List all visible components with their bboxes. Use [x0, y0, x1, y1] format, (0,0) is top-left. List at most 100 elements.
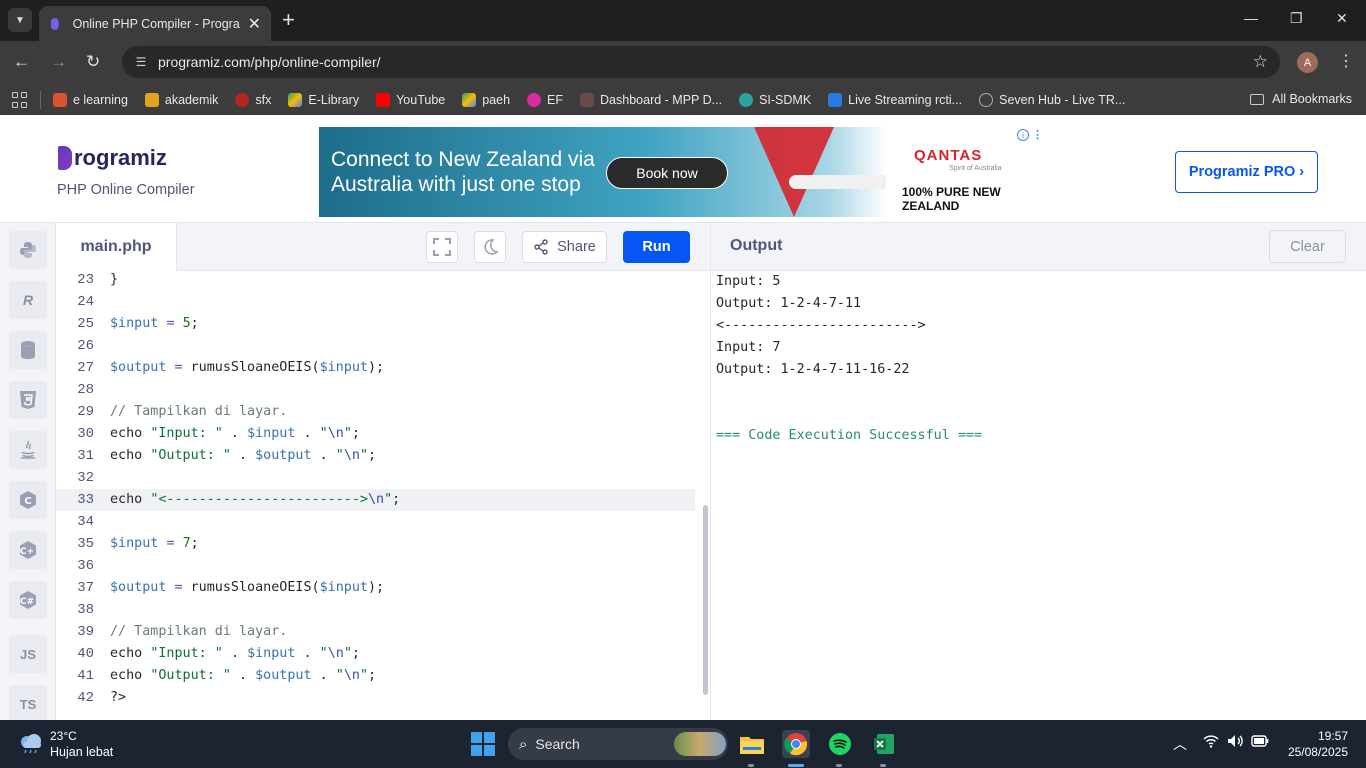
bookmark-si-sdmk[interactable]: SI-SDMK [739, 93, 811, 107]
clear-button[interactable]: Clear [1269, 230, 1346, 263]
bookmark-live-streaming[interactable]: Live Streaming rcti... [828, 93, 962, 107]
ts-icon[interactable]: TS [9, 685, 47, 723]
ad-book-now-button[interactable]: Book now [606, 157, 728, 189]
ad-banner[interactable]: Connect to New Zealand via Australia with… [319, 127, 1047, 217]
code-text[interactable]: echo "Input: " . $input . "\n"; [110, 423, 360, 445]
site-info-icon[interactable]: ☰ [132, 53, 150, 71]
taskbar-time[interactable]: 19:57 [1296, 729, 1348, 743]
profile-avatar[interactable]: A [1297, 52, 1318, 73]
back-icon[interactable]: ← [13, 52, 30, 72]
cpp-icon[interactable]: C+ [9, 531, 47, 569]
chrome-icon[interactable] [782, 730, 810, 758]
sql-icon[interactable] [9, 331, 47, 369]
bookmark-star-icon[interactable]: ☆ [1253, 52, 1268, 72]
code-line[interactable]: 24 [56, 291, 695, 313]
code-text[interactable]: $input = 5; [110, 313, 199, 335]
code-text[interactable]: echo "<------------------------>\n"; [110, 489, 400, 511]
bookmark-e-learning[interactable]: e learning [53, 93, 128, 107]
tab-search-icon[interactable]: ▼ [8, 8, 32, 32]
code-text[interactable]: ?> [110, 687, 126, 709]
battery-icon[interactable] [1251, 734, 1269, 750]
code-line[interactable]: 29 // Tampilkan di layar. [56, 401, 695, 423]
code-line[interactable]: 39 // Tampilkan di layar. [56, 621, 695, 643]
windows-start-icon[interactable] [471, 732, 495, 756]
code-editor[interactable]: 23} 24 25 $input = 5; 26 27 $output = rumusSlo… [56, 271, 710, 720]
browser-menu-icon[interactable]: ⋮ [1338, 51, 1354, 71]
dark-mode-icon[interactable] [474, 231, 506, 263]
ad-options-icon[interactable]: ⋮ [1032, 128, 1043, 141]
new-tab-icon[interactable]: + [282, 9, 295, 31]
code-text[interactable]: echo "Output: " . $output . "\n"; [110, 665, 376, 687]
url-text[interactable]: programiz.com/php/online-compiler/ [158, 54, 381, 70]
minimize-icon[interactable]: — [1244, 10, 1258, 26]
apps-grid-icon[interactable] [12, 92, 28, 108]
code-text[interactable]: $output = rumusSloaneOEIS($input); [110, 357, 384, 379]
restore-icon[interactable]: ❐ [1290, 10, 1303, 27]
csharp-icon[interactable]: C# [9, 581, 47, 619]
code-line[interactable]: 40 echo "Input: " . $input . "\n"; [56, 643, 695, 665]
tray-overflow-icon[interactable]: ︿ [1173, 734, 1187, 754]
taskbar-search[interactable]: ⌕ Search [508, 728, 728, 760]
code-line[interactable]: 38 [56, 599, 695, 621]
code-line[interactable]: 42 ?> [56, 687, 695, 709]
code-text[interactable]: echo "Output: " . $output . "\n"; [110, 445, 376, 467]
code-line[interactable]: 31 echo "Output: " . $output . "\n"; [56, 445, 695, 467]
spotify-icon[interactable] [826, 730, 854, 758]
ad-info-icon[interactable]: i [1017, 129, 1029, 141]
html-icon[interactable] [9, 381, 47, 419]
code-text[interactable]: echo "Input: " . $input . "\n"; [110, 643, 360, 665]
code-text[interactable]: // Tampilkan di layar. [110, 621, 287, 643]
code-line[interactable]: 34 [56, 511, 695, 533]
all-bookmarks[interactable]: All Bookmarks [1250, 92, 1352, 106]
taskbar-date[interactable]: 25/08/2025 [1284, 745, 1348, 759]
reload-icon[interactable]: ↻ [86, 52, 100, 72]
fullscreen-icon[interactable] [426, 231, 458, 263]
excel-icon[interactable] [870, 730, 898, 758]
code-text[interactable]: // Tampilkan di layar. [110, 401, 287, 423]
share-button[interactable]: Share [522, 231, 607, 263]
code-line[interactable]: 28 [56, 379, 695, 401]
c-icon[interactable]: C [9, 481, 47, 519]
code-line[interactable]: 32 [56, 467, 695, 489]
bookmark-youtube[interactable]: YouTube [376, 93, 445, 107]
bookmark-ef[interactable]: EF [527, 93, 563, 107]
code-text[interactable]: $output = rumusSloaneOEIS($input); [110, 577, 384, 599]
bookmark-dashboard-mpp[interactable]: Dashboard - MPP D... [580, 93, 722, 107]
window-close-icon[interactable]: ✕ [1336, 10, 1348, 27]
bookmark-sfx[interactable]: sfx [235, 93, 271, 107]
bookmark-paeh[interactable]: paeh [462, 93, 510, 107]
java-icon[interactable] [9, 431, 47, 469]
ad-brand-sub: Spirit of Australia [949, 165, 1002, 172]
code-line[interactable]: 33 echo "<------------------------>\n"; [56, 489, 695, 511]
python-icon[interactable] [9, 231, 47, 269]
file-tab-main-php[interactable]: main.php [56, 223, 177, 271]
bookmark-akademik[interactable]: akademik [144, 93, 218, 107]
code-line[interactable]: 30 echo "Input: " . $input . "\n"; [56, 423, 695, 445]
wifi-icon[interactable] [1203, 734, 1219, 751]
js-icon[interactable]: JS [9, 635, 47, 673]
bookmark-seven-hub[interactable]: Seven Hub - Live TR... [979, 93, 1125, 107]
run-button[interactable]: Run [623, 231, 690, 263]
address-bar[interactable]: ☰ programiz.com/php/online-compiler/ ☆ [122, 46, 1280, 78]
programiz-pro-button[interactable]: Programiz PRO › [1175, 151, 1318, 193]
tab-close-icon[interactable]: ✕ [248, 14, 261, 34]
code-line[interactable]: 41 echo "Output: " . $output . "\n"; [56, 665, 695, 687]
programiz-logo[interactable]: rogramiz [58, 145, 167, 171]
code-line[interactable]: 26 [56, 335, 695, 357]
volume-icon[interactable] [1227, 734, 1245, 751]
code-line[interactable]: 35 $input = 7; [56, 533, 695, 555]
code-line[interactable]: 23} [56, 271, 695, 291]
code-line[interactable]: 25 $input = 5; [56, 313, 695, 335]
code-line[interactable]: 37 $output = rumusSloaneOEIS($input); [56, 577, 695, 599]
code-text[interactable]: $input = 7; [110, 533, 199, 555]
rain-cloud-icon[interactable] [18, 732, 44, 754]
file-explorer-icon[interactable] [738, 730, 766, 758]
code-line[interactable]: 27 $output = rumusSloaneOEIS($input); [56, 357, 695, 379]
code-text[interactable]: } [110, 271, 118, 291]
browser-tab[interactable]: Online PHP Compiler - Programiz ✕ [39, 6, 271, 41]
editor-scrollbar[interactable] [703, 505, 708, 695]
r-icon[interactable]: R [9, 281, 47, 319]
code-line[interactable]: 36 [56, 555, 695, 577]
bookmark-e-library[interactable]: E-Library [288, 93, 359, 107]
forward-icon[interactable]: → [50, 52, 67, 72]
